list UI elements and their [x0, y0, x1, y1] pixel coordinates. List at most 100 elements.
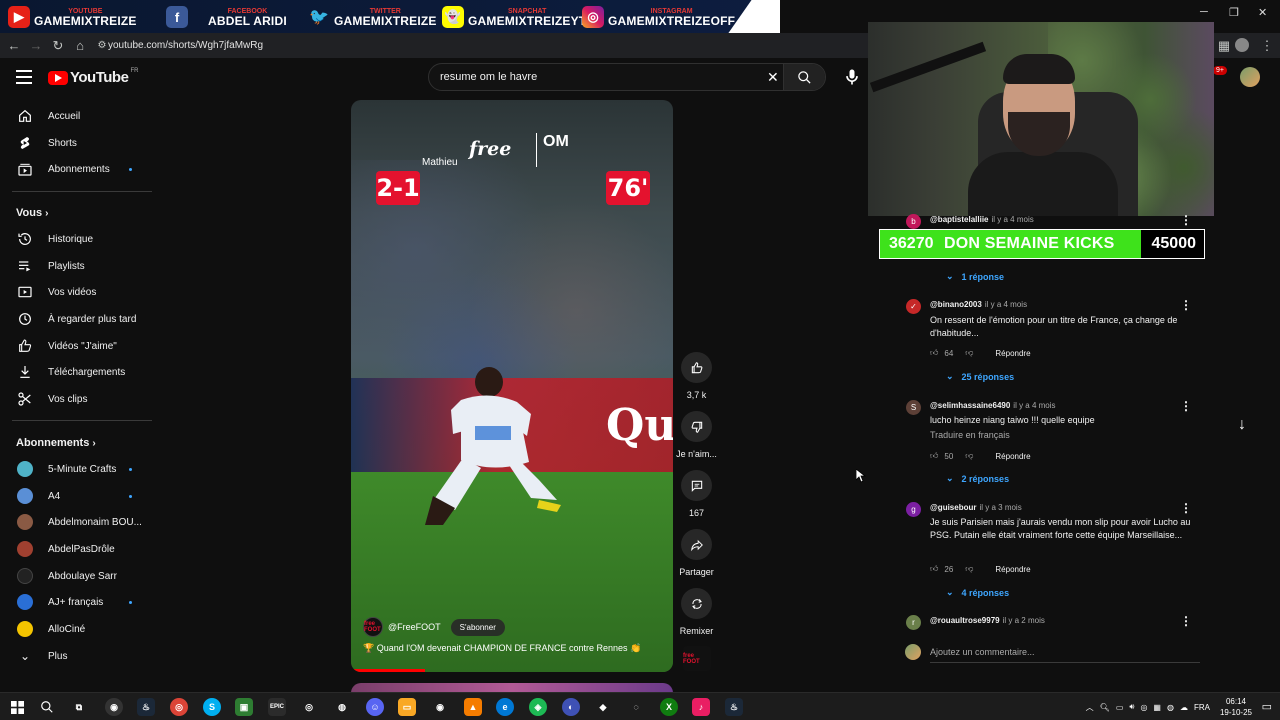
sidebar-sub-a4[interactable]: A4: [0, 483, 152, 509]
menu-icon[interactable]: [16, 70, 32, 84]
app-icon[interactable]: ◈: [529, 698, 547, 716]
app-icon[interactable]: ◎: [300, 698, 318, 716]
language-indicator[interactable]: FRA: [1194, 703, 1210, 712]
task-view-icon[interactable]: ⧉: [70, 698, 88, 716]
dislike-button[interactable]: Je n'aim...: [676, 411, 717, 459]
commenter-avatar[interactable]: r: [906, 615, 921, 630]
search-icon[interactable]: [38, 698, 56, 716]
comment-menu-icon[interactable]: ⋮: [1180, 399, 1192, 413]
tray-app-icon[interactable]: ◎: [1140, 703, 1147, 712]
profile-icon[interactable]: [1235, 38, 1249, 52]
replies-toggle[interactable]: ⌄ 1 réponse: [946, 271, 1004, 282]
dislike-icon[interactable]: 👎︎: [965, 564, 973, 574]
commenter-avatar[interactable]: ✓: [906, 299, 921, 314]
tray-app-icon[interactable]: 🔍︎: [1100, 703, 1110, 712]
tiktok-icon[interactable]: ♪: [692, 698, 710, 716]
comment-author[interactable]: @selimhassaine6490: [930, 401, 1010, 410]
reply-button[interactable]: Répondre: [995, 452, 1030, 461]
windows-start-icon[interactable]: [8, 698, 26, 716]
translate-link[interactable]: Traduire en français: [930, 430, 1010, 440]
sidebar-item-historique[interactable]: Historique: [0, 226, 152, 252]
add-comment-field[interactable]: Ajoutez un commentaire...: [905, 642, 1205, 663]
close-window-icon[interactable]: ✕: [1258, 6, 1267, 19]
xbox-icon[interactable]: X: [660, 698, 678, 716]
sidebar-item-watch-later[interactable]: À regarder plus tard: [0, 306, 152, 332]
subscribe-button[interactable]: S'abonner: [450, 618, 505, 636]
reply-button[interactable]: Répondre: [995, 349, 1030, 358]
remix-button[interactable]: Remixer: [680, 588, 713, 636]
youtube-logo[interactable]: YouTube FR: [48, 68, 138, 86]
app-icon[interactable]: ▣: [235, 698, 253, 716]
back-icon[interactable]: ←: [3, 38, 25, 53]
home-icon[interactable]: ⌂: [69, 38, 91, 53]
notification-badge[interactable]: 9+: [1213, 66, 1227, 75]
sidebar-sub-5-minute-crafts[interactable]: 5-Minute Crafts: [0, 456, 152, 482]
clock[interactable]: 06:14 19-10-25: [1220, 696, 1252, 718]
sidebar-item-liked-videos[interactable]: Vidéos "J'aime": [0, 333, 152, 359]
sidebar-item-playlists[interactable]: Playlists: [0, 253, 152, 279]
reload-icon[interactable]: ↻: [47, 38, 69, 54]
replies-toggle[interactable]: ⌄ 25 réponses: [946, 371, 1014, 382]
comment-menu-icon[interactable]: ⋮: [1180, 501, 1192, 515]
file-explorer-icon[interactable]: ▭: [398, 698, 416, 716]
app-icon[interactable]: ◐: [562, 698, 580, 716]
skype-icon[interactable]: S: [203, 698, 221, 716]
network-icon[interactable]: ▭: [1116, 703, 1124, 712]
browser-menu-icon[interactable]: ⋮: [1256, 38, 1278, 54]
chrome-icon[interactable]: ◎: [170, 698, 188, 716]
like-icon[interactable]: 👍︎: [930, 451, 938, 461]
sidebar-section-vous[interactable]: Vous ›: [16, 207, 48, 219]
forward-icon[interactable]: →: [25, 38, 47, 53]
comment-menu-icon[interactable]: ⋮: [1180, 298, 1192, 312]
arrow-down-icon[interactable]: ↓: [1238, 416, 1246, 434]
steam-icon[interactable]: ♨: [137, 698, 155, 716]
search-button[interactable]: [783, 64, 825, 90]
minimize-icon[interactable]: ─: [1200, 6, 1208, 18]
shorts-video-player[interactable]: Qu free OM Mathieu 2-1 76' free FOOT @Fr…: [351, 100, 673, 672]
add-comment-placeholder[interactable]: Ajoutez un commentaire...: [930, 647, 1035, 657]
steam-icon[interactable]: ♨: [725, 698, 743, 716]
commenter-avatar[interactable]: S: [906, 400, 921, 415]
app-icon[interactable]: ◆: [594, 698, 612, 716]
comment-author[interactable]: @baptistelalliie: [930, 215, 988, 224]
notifications-icon[interactable]: ▭: [1262, 700, 1272, 713]
like-icon[interactable]: 👍︎: [930, 564, 938, 574]
epic-games-icon[interactable]: EPIC: [268, 698, 286, 716]
replies-toggle[interactable]: ⌄ 2 réponses: [946, 473, 1009, 484]
account-avatar[interactable]: [1240, 67, 1260, 87]
url-bar[interactable]: youtube.com/shorts/Wgh7jfaMwRg: [108, 37, 263, 54]
vlc-icon[interactable]: ▲: [464, 698, 482, 716]
app-icon[interactable]: ◌: [627, 698, 645, 716]
sidebar-sub-aj-francais[interactable]: AJ+ français: [0, 589, 152, 615]
volume-icon[interactable]: 🔊︎: [1129, 702, 1134, 712]
app-icon[interactable]: ◍: [333, 698, 351, 716]
chevron-up-icon[interactable]: ︿: [1086, 702, 1094, 713]
sidebar-item-abonnements[interactable]: Abonnements: [0, 156, 152, 182]
comment-menu-icon[interactable]: ⋮: [1180, 213, 1192, 227]
comment-author[interactable]: @guisebour: [930, 503, 976, 512]
tray-app-icon[interactable]: ◍: [1167, 703, 1174, 712]
reply-button[interactable]: Répondre: [995, 565, 1030, 574]
sidebar-sub-abdoulaye-sarr[interactable]: Abdoulaye Sarr: [0, 563, 152, 589]
video-caption[interactable]: 🏆 Quand l'OM devenait CHAMPION DE FRANCE…: [363, 643, 641, 654]
dislike-icon[interactable]: 👎︎: [965, 451, 973, 461]
restore-icon[interactable]: ❐: [1229, 6, 1239, 19]
sidebar-item-downloads[interactable]: Téléchargements: [0, 359, 152, 385]
like-button[interactable]: 3,7 k: [681, 352, 712, 400]
app-icon[interactable]: ◉: [431, 698, 449, 716]
sidebar-sub-abdelmonaim[interactable]: Abdelmonaim BOU...: [0, 509, 152, 535]
discord-icon[interactable]: ☺: [366, 698, 384, 716]
search-box[interactable]: resume om le havre ✕: [428, 63, 826, 91]
video-progress-bar[interactable]: [351, 669, 426, 672]
sidebar-sub-abdelpasdrole[interactable]: AbdelPasDrôle: [0, 536, 152, 562]
comments-button[interactable]: 167: [681, 470, 712, 518]
tray-app-icon[interactable]: ▦: [1153, 703, 1161, 712]
search-input[interactable]: resume om le havre: [440, 71, 537, 83]
sidebar-item-clips[interactable]: Vos clips: [0, 386, 152, 412]
sidebar-item-vos-videos[interactable]: Vos vidéos: [0, 279, 152, 305]
sound-source-thumbnail[interactable]: free FOOT: [683, 646, 711, 671]
channel-avatar[interactable]: free FOOT: [363, 617, 383, 637]
replies-toggle[interactable]: ⌄ 4 réponses: [946, 587, 1009, 598]
sidebar-show-more[interactable]: ⌄ Plus: [0, 643, 152, 669]
comment-menu-icon[interactable]: ⋮: [1180, 614, 1192, 628]
